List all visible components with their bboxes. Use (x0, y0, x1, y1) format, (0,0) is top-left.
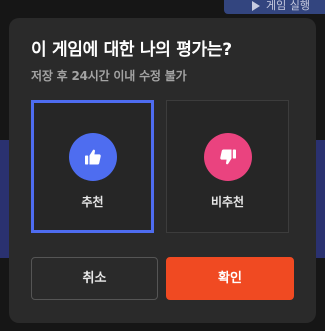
thumbs-up-glyph (84, 149, 101, 165)
recommend-option[interactable]: 추천 (31, 100, 154, 233)
cancel-button[interactable]: 취소 (31, 257, 158, 300)
not-recommend-option[interactable]: 비추천 (166, 100, 289, 233)
dialog-title: 이 게임에 대한 나의 평가는? (31, 40, 232, 60)
recommend-label: 추천 (81, 195, 104, 209)
thumbs-up-icon (68, 133, 117, 181)
thumbs-down-icon (203, 133, 252, 181)
game-launch-label: 게임 실행 (266, 0, 310, 12)
game-launch-button[interactable]: 게임 실행 (224, 0, 325, 14)
play-icon (252, 1, 260, 11)
rating-dialog: 이 게임에 대한 나의 평가는? 저장 후 24시간 이내 수정 불가 추천 비… (9, 18, 316, 323)
thumbs-down-glyph (219, 149, 236, 165)
dialog-subtitle: 저장 후 24시간 이내 수정 불가 (31, 69, 187, 83)
confirm-button[interactable]: 확인 (166, 257, 294, 300)
not-recommend-label: 비추천 (210, 195, 245, 209)
